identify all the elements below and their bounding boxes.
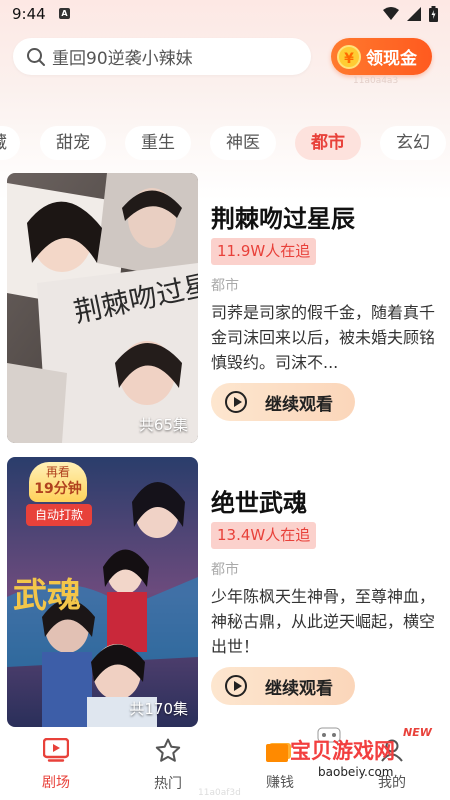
- drama-description: 少年陈枫天生神骨，至尊神血，神秘古鼎，从此逆天崛起，横空出世！: [211, 587, 436, 656]
- continue-watch-button[interactable]: 继续观看: [211, 667, 355, 705]
- poster-image: 荆棘吻过星辰: [7, 173, 198, 443]
- nav-sub-text: 11a0af3d: [198, 788, 241, 798]
- play-icon: [225, 675, 247, 697]
- tab-rebirth[interactable]: 重生: [125, 126, 191, 160]
- play-icon: [225, 391, 247, 413]
- heat-badge: 13.4W人在追: [211, 522, 317, 549]
- drama-card[interactable]: 武魂 再看 19分钟 自动打款 共170集 绝世武魂 13.4W人在追 都市 少…: [7, 457, 443, 727]
- heat-badge: 11.9W人在追: [211, 238, 317, 265]
- drama-title[interactable]: 荆棘吻过星辰: [211, 199, 355, 234]
- site-watermark-logo: 宝贝游戏网 baobeiy.com NEW: [266, 726, 433, 779]
- wifi-icon: [383, 7, 399, 20]
- nav-theater[interactable]: 剧场: [16, 737, 96, 792]
- watermark-tag: NEW: [403, 726, 433, 739]
- tab-sweet[interactable]: 甜宠: [40, 126, 106, 160]
- watermark-url: baobeiy.com: [318, 765, 393, 779]
- drama-card[interactable]: 荆棘吻过星辰 共65集 荆棘吻过星辰 11.9W人在追 都市 司荞是司家的假千金…: [7, 173, 443, 445]
- signal-icon: [407, 7, 421, 21]
- nav-theater-label: 剧场: [42, 775, 70, 791]
- nav-popular-label: 热门: [154, 776, 182, 792]
- search-icon: [27, 47, 45, 66]
- watermark-title: 宝贝游戏网: [290, 739, 395, 763]
- genre-label: 都市: [211, 562, 239, 578]
- auto-payout-badge: 自动打款: [26, 504, 92, 526]
- status-bar: 9:44 A: [0, 0, 450, 30]
- star-icon: [155, 738, 181, 762]
- drama-poster[interactable]: 荆棘吻过星辰 共65集: [7, 173, 198, 443]
- drama-poster[interactable]: 武魂 再看 19分钟 自动打款 共170集: [7, 457, 198, 727]
- tab-fantasy[interactable]: 玄幻: [380, 126, 446, 160]
- continue-watch-label: 继续观看: [265, 678, 333, 699]
- drama-title[interactable]: 绝世武魂: [211, 483, 307, 518]
- tab-urban[interactable]: 都市: [295, 126, 361, 160]
- search-placeholder: 重回90逆袭小辣妹: [52, 49, 193, 69]
- search-input[interactable]: 重回90逆袭小辣妹: [13, 38, 311, 75]
- claim-cash-label: 领现金: [366, 49, 417, 69]
- drama-description: 司荞是司家的假千金，随着真千金司沫回来以后，被未婚夫顾铭慎毁约。司沫不...: [211, 303, 436, 372]
- cash-sub-text: 11a0a4a3: [353, 76, 399, 86]
- coin-icon: ¥: [337, 44, 361, 69]
- poster-title: 武魂: [13, 576, 81, 616]
- claim-cash-button[interactable]: ¥ 领现金: [331, 38, 432, 75]
- reward-badge-line1: 再看: [45, 465, 70, 479]
- reward-badge-line2: 19分钟: [34, 481, 82, 497]
- notification-icon: A: [59, 8, 70, 19]
- theater-icon: [42, 737, 70, 762]
- status-indicators: [383, 6, 438, 22]
- episode-count: 共170集: [129, 700, 188, 718]
- category-tabs: 试藏 甜宠 重生 神医 都市 玄幻: [0, 126, 450, 160]
- reward-badge: 再看 19分钟: [29, 462, 87, 502]
- genre-label: 都市: [211, 278, 239, 294]
- tab-doctor[interactable]: 神医: [210, 126, 276, 160]
- continue-watch-label: 继续观看: [265, 394, 333, 415]
- status-time: 9:44: [12, 5, 46, 23]
- battery-icon: [429, 6, 438, 22]
- continue-watch-button[interactable]: 继续观看: [211, 383, 355, 421]
- episode-count: 共65集: [138, 416, 188, 434]
- nav-popular[interactable]: 热门: [128, 738, 208, 793]
- tab-category-1[interactable]: 试藏: [0, 126, 20, 160]
